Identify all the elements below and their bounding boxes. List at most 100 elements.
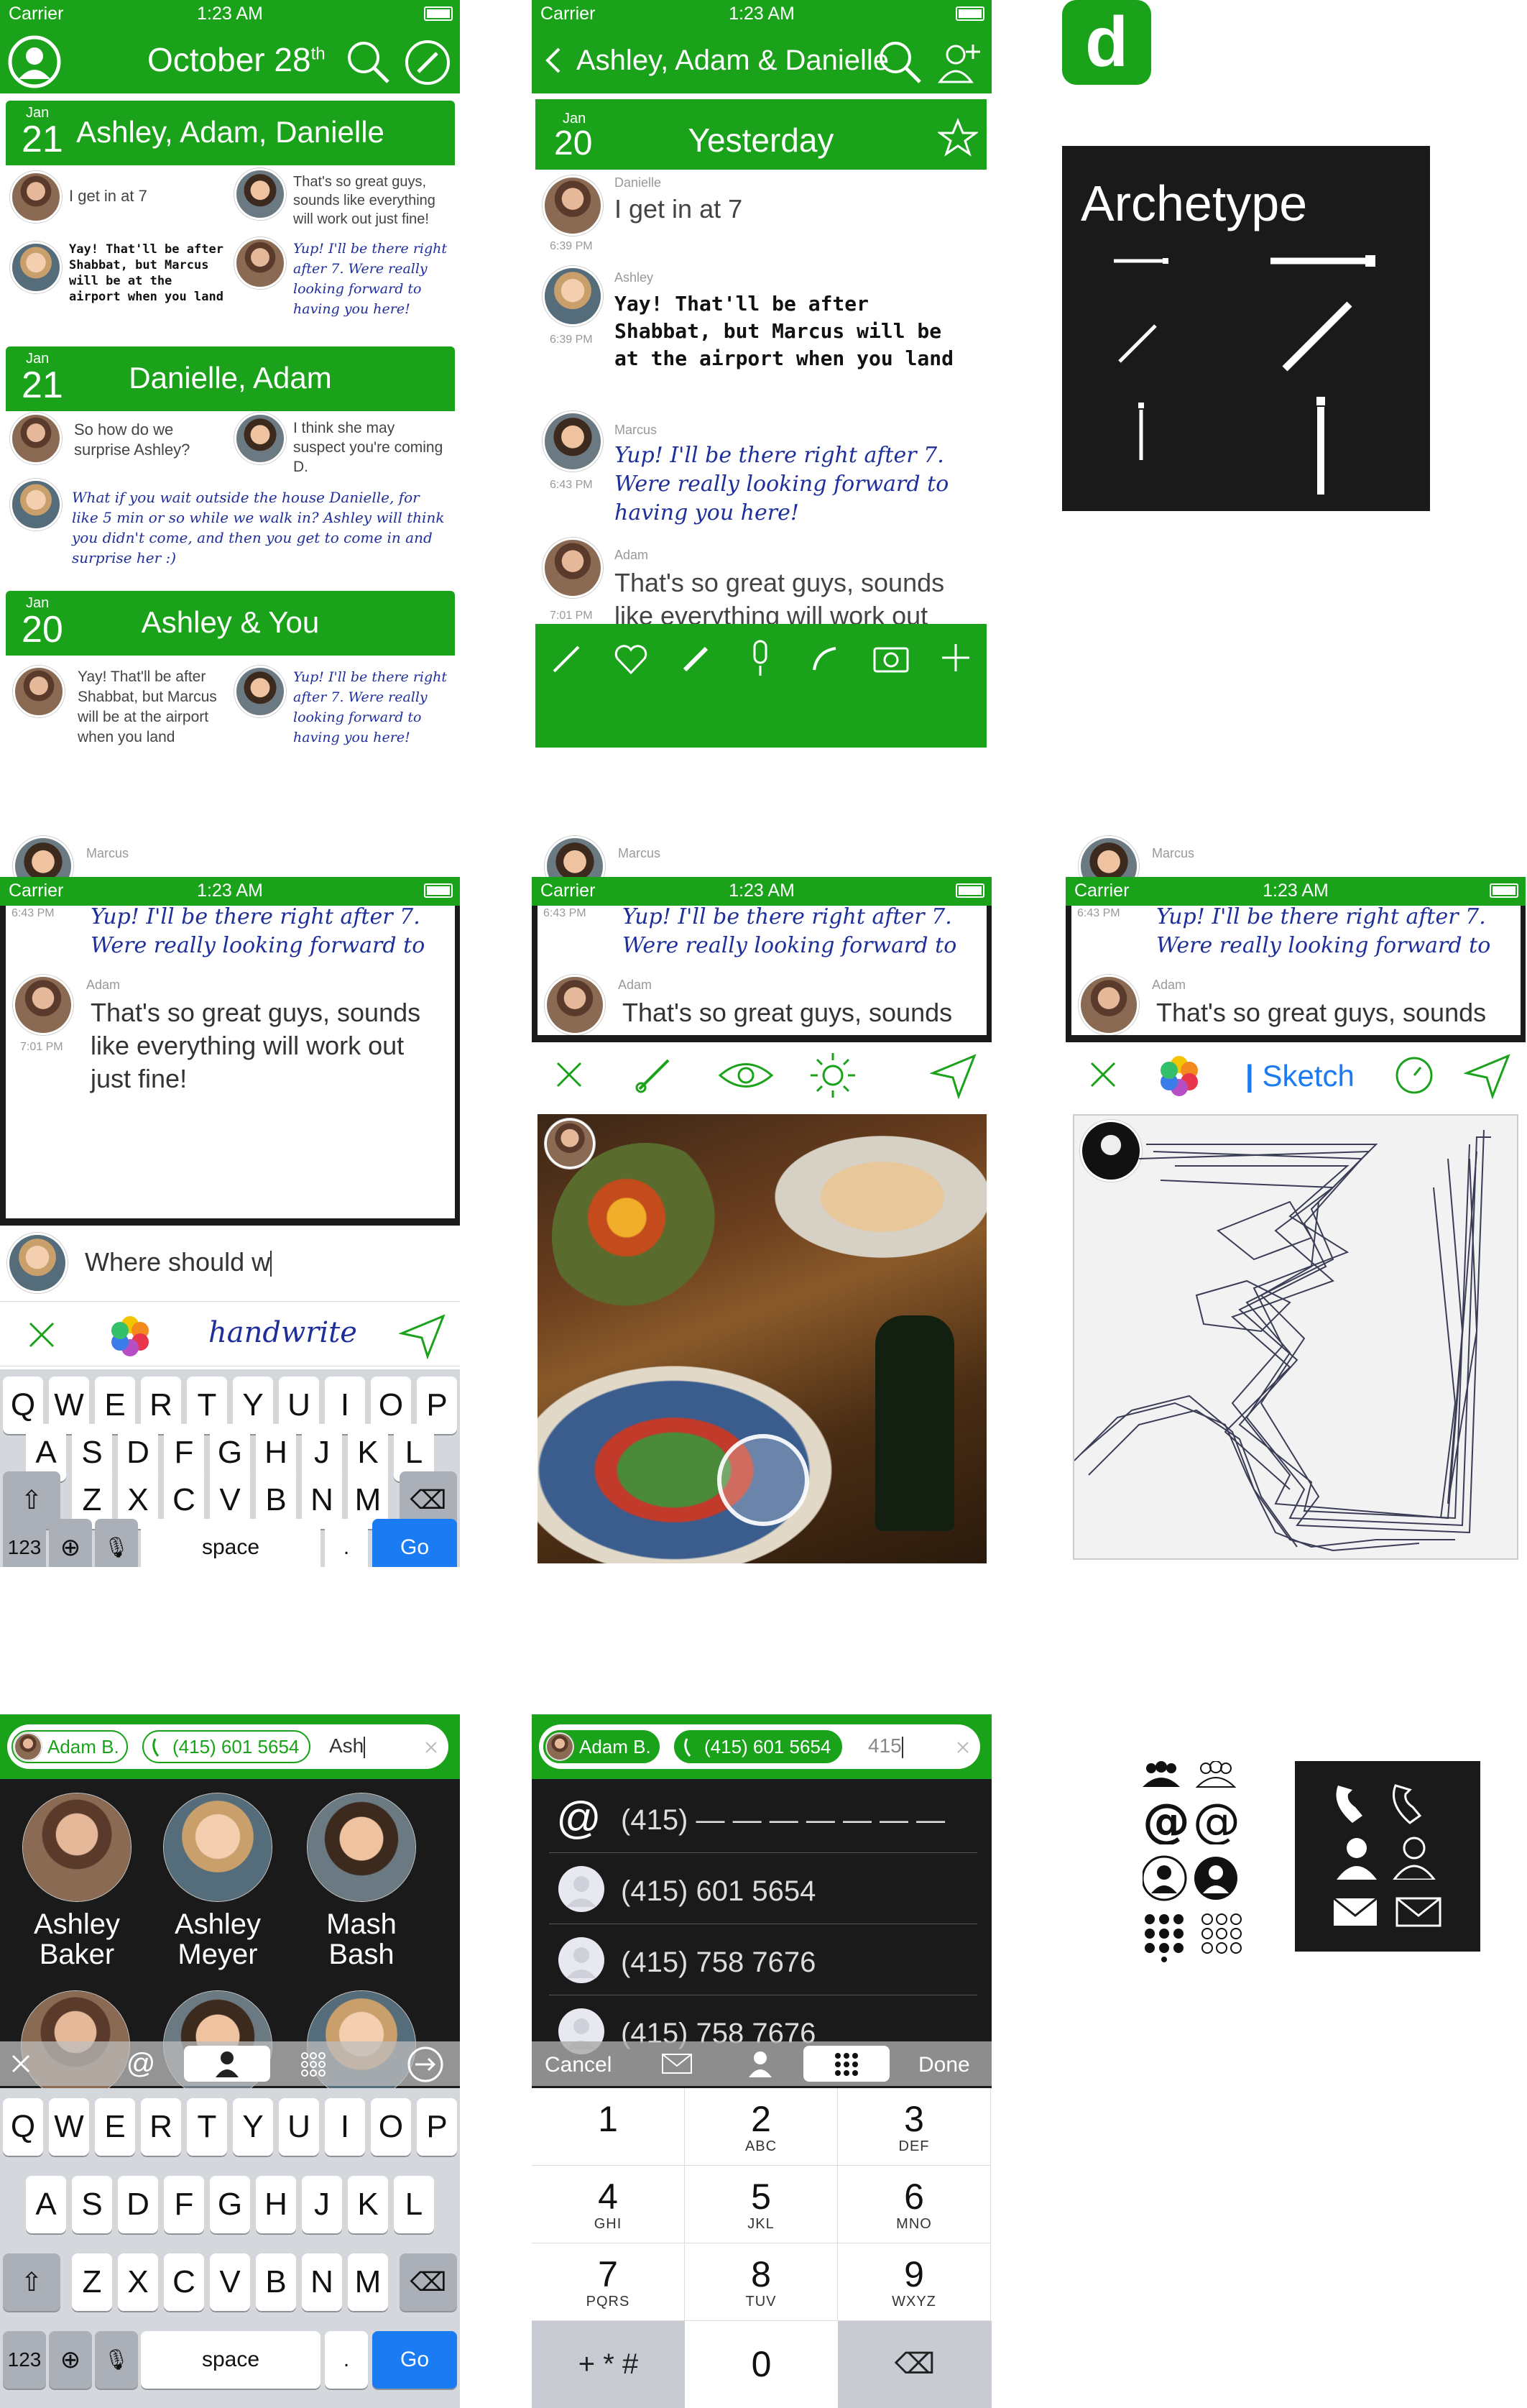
period-key[interactable]: .: [325, 2331, 368, 2389]
close-icon[interactable]: [1087, 1059, 1119, 1090]
color-picker-icon[interactable]: [1155, 1052, 1203, 1099]
key-p[interactable]: P: [417, 2098, 457, 2156]
clear-icon[interactable]: [956, 1740, 970, 1755]
mode-tab-dialpad[interactable]: [273, 2046, 354, 2082]
globe-key[interactable]: ⊕: [49, 2331, 92, 2389]
contact-suggestion[interactable]: Mash Bash: [300, 1793, 423, 1980]
sketch-mode-button[interactable]: | Sketch: [1245, 1059, 1355, 1093]
dictation-key[interactable]: 🎙: [95, 1519, 138, 1567]
clear-icon[interactable]: [424, 1740, 438, 1755]
numbers-key[interactable]: 123: [3, 1519, 46, 1567]
timer-icon[interactable]: [1392, 1053, 1436, 1098]
star-icon[interactable]: [938, 118, 978, 158]
message-input[interactable]: Where should w: [85, 1247, 444, 1283]
compose-icon[interactable]: [404, 39, 451, 86]
key-g[interactable]: G: [210, 2176, 250, 2233]
mode-tab-dialpad[interactable]: [803, 2046, 890, 2082]
dictation-key[interactable]: 🎙: [95, 2331, 138, 2389]
mode-tab-at[interactable]: @: [101, 2046, 181, 2082]
arrow-right-icon[interactable]: [407, 2046, 444, 2083]
sketch-canvas[interactable]: [1073, 1114, 1518, 1560]
dial-key-2[interactable]: 2 ABC: [685, 2088, 838, 2166]
key-h[interactable]: H: [256, 2176, 296, 2233]
send-icon[interactable]: [930, 1052, 977, 1099]
conversation-card[interactable]: Jan 21 Danielle, Adam So how do we surpr…: [6, 346, 455, 580]
search-icon[interactable]: [345, 39, 392, 86]
go-key[interactable]: Go: [372, 1519, 457, 1567]
key-k[interactable]: K: [348, 2176, 388, 2233]
mode-tab-contact[interactable]: [184, 2046, 270, 2082]
globe-key[interactable]: ⊕: [49, 1519, 92, 1567]
conversation-card[interactable]: Jan 20 Ashley & You Yay! That'll be afte…: [6, 591, 455, 763]
shift-key[interactable]: ⇧: [3, 2253, 60, 2311]
conversation-card[interactable]: Jan 21 Ashley, Adam, Danielle I get in a…: [6, 101, 455, 334]
dial-delete-key[interactable]: ⌫: [838, 2321, 992, 2408]
key-t[interactable]: T: [187, 2098, 227, 2156]
profile-icon[interactable]: [7, 35, 62, 89]
dial-key-8[interactable]: 8 TUV: [685, 2243, 838, 2321]
key-x[interactable]: X: [118, 2253, 158, 2311]
search-icon[interactable]: [877, 39, 924, 86]
heart-icon[interactable]: [613, 641, 649, 677]
key-m[interactable]: M: [348, 2253, 388, 2311]
dial-key-4[interactable]: 4 GHI: [532, 2166, 685, 2243]
close-icon[interactable]: [10, 2053, 32, 2074]
key-y[interactable]: Y: [233, 2098, 273, 2156]
key-c[interactable]: C: [164, 2253, 204, 2311]
pencil-icon[interactable]: [548, 641, 584, 677]
key-q[interactable]: Q: [3, 2098, 43, 2156]
send-icon[interactable]: [399, 1312, 446, 1359]
eye-icon[interactable]: [717, 1057, 775, 1093]
plus-icon[interactable]: [939, 641, 972, 674]
key-u[interactable]: U: [279, 2098, 319, 2156]
brush-icon[interactable]: [678, 641, 714, 677]
key-w[interactable]: W: [49, 2098, 89, 2156]
delete-key[interactable]: ⌫: [400, 2253, 457, 2311]
back-chevron-icon[interactable]: [542, 46, 563, 75]
typed-text[interactable]: 415: [868, 1734, 903, 1758]
recipient-chip[interactable]: Adam B.: [543, 1730, 660, 1763]
add-person-icon[interactable]: [936, 39, 983, 86]
key-v[interactable]: V: [210, 2253, 250, 2311]
dial-key-6[interactable]: 6 MNO: [838, 2166, 991, 2243]
microphone-icon[interactable]: [742, 638, 778, 679]
mode-tab-contact[interactable]: [720, 2046, 801, 2082]
key-b[interactable]: B: [256, 2253, 296, 2311]
number-suggestion[interactable]: (415) 601 5654: [549, 1854, 977, 1924]
phone-icon[interactable]: [807, 641, 843, 677]
dial-key-3[interactable]: 3 DEF: [838, 2088, 991, 2166]
period-key[interactable]: .: [325, 1519, 368, 1567]
recipient-field[interactable]: Adam B. (415) 601 5654 Ash: [7, 1724, 448, 1769]
number-suggestion[interactable]: (415) 758 7676: [549, 1925, 977, 1995]
recipient-chip[interactable]: (415) 601 5654: [674, 1730, 843, 1763]
key-i[interactable]: I: [325, 2098, 365, 2156]
shutter-button[interactable]: [717, 1434, 809, 1526]
recipient-chip[interactable]: Adam B.: [11, 1730, 128, 1763]
camera-icon[interactable]: [872, 641, 910, 674]
color-picker-icon[interactable]: [106, 1312, 154, 1359]
key-f[interactable]: F: [164, 2176, 204, 2233]
recipient-chip[interactable]: (415) 601 5654: [142, 1730, 311, 1763]
done-button[interactable]: Done: [918, 2053, 970, 2077]
key-a[interactable]: A: [26, 2176, 66, 2233]
key-z[interactable]: Z: [72, 2253, 112, 2311]
typed-text[interactable]: Ash: [329, 1734, 366, 1758]
key-s[interactable]: S: [72, 2176, 112, 2233]
space-key[interactable]: space: [141, 2331, 320, 2389]
number-suggestion[interactable]: @ (415) — — — — — — —: [549, 1783, 977, 1853]
handwrite-mode-button[interactable]: handwrite: [208, 1316, 357, 1349]
key-e[interactable]: E: [95, 2098, 135, 2156]
contact-suggestion[interactable]: Ashley Baker: [16, 1793, 138, 1980]
close-icon[interactable]: [553, 1059, 585, 1090]
send-icon[interactable]: [1464, 1052, 1511, 1099]
brightness-icon[interactable]: [808, 1050, 858, 1100]
space-key[interactable]: space: [141, 1519, 320, 1567]
camera-viewfinder[interactable]: [538, 1114, 987, 1563]
key-j[interactable]: J: [302, 2176, 342, 2233]
key-r[interactable]: R: [141, 2098, 181, 2156]
dial-key-9[interactable]: 9 WXYZ: [838, 2243, 991, 2321]
go-key[interactable]: Go: [372, 2331, 457, 2389]
dial-key-symbols[interactable]: + * #: [532, 2321, 685, 2408]
cancel-button[interactable]: Cancel: [545, 2053, 612, 2077]
dial-key-7[interactable]: 7 PQRS: [532, 2243, 685, 2321]
